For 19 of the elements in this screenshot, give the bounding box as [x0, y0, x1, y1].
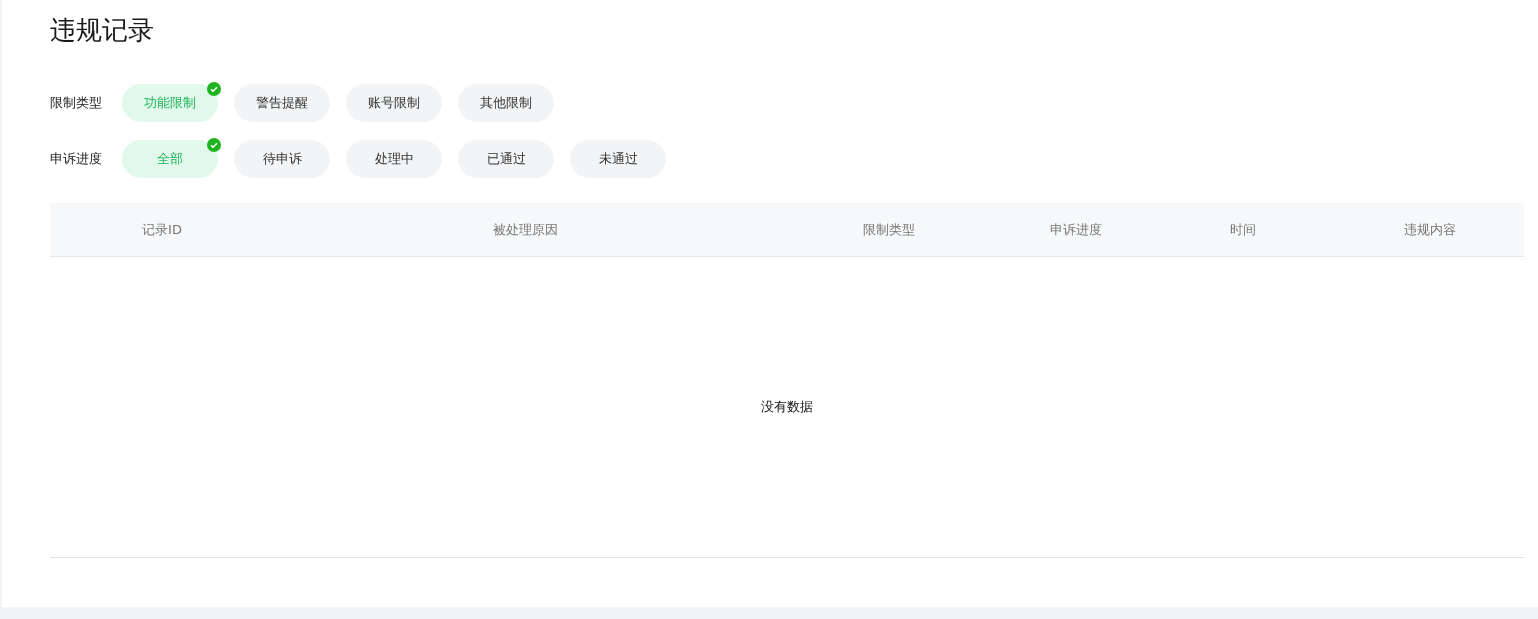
- column-header: 被处理原因: [491, 220, 559, 239]
- page-title: 违规记录: [50, 14, 155, 47]
- empty-message: 没有数据: [761, 398, 813, 416]
- filter-chip[interactable]: 处理中: [346, 140, 442, 178]
- filter-chip[interactable]: 待申诉: [234, 140, 330, 178]
- filter-label: 申诉进度: [50, 150, 103, 168]
- column-header: 限制类型: [862, 220, 916, 239]
- filter-chip[interactable]: 已通过: [458, 140, 554, 178]
- filter-label: 限制类型: [50, 94, 103, 112]
- check-icon: [207, 82, 221, 96]
- filter-chip[interactable]: 警告提醒: [234, 84, 330, 122]
- column-header: 记录ID: [141, 220, 183, 239]
- check-icon: [207, 138, 221, 152]
- filter-chip[interactable]: 未通过: [570, 140, 666, 178]
- filter-chip[interactable]: 其他限制: [458, 84, 554, 122]
- column-header: 违规内容: [1403, 220, 1457, 239]
- filter-chip[interactable]: 账号限制: [346, 84, 442, 122]
- column-header: 申诉进度: [1049, 220, 1103, 239]
- column-header: 时间: [1229, 220, 1257, 239]
